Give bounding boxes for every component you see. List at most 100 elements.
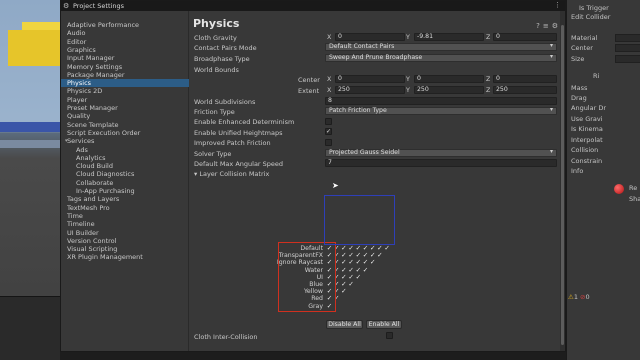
inspector-row: Mass (571, 84, 588, 92)
sidebar-item-label: In-App Purchasing (76, 187, 135, 195)
console-status[interactable]: ⚠1 ⊘0 (568, 293, 590, 301)
error-count: 0 (585, 293, 590, 301)
sidebar-item-label: Visual Scripting (67, 245, 118, 254)
sidebar-item[interactable]: XR Plugin Management (67, 253, 189, 261)
sidebar-item-label: Player (67, 95, 88, 104)
sidebar-item[interactable]: Player (67, 96, 189, 104)
sidebar-item[interactable]: In-App Purchasing (76, 187, 198, 195)
sidebar-item[interactable]: Physics 2D (67, 87, 189, 95)
world-subdivisions-field[interactable]: 8 (325, 97, 557, 105)
sidebar-item[interactable]: Cloud Diagnostics (76, 170, 198, 178)
checkmark-icon: ✓ (326, 128, 332, 135)
inspector-row[interactable]: Edit Collider (571, 13, 610, 21)
sidebar-item[interactable]: Input Manager (67, 54, 189, 62)
sidebar-item[interactable]: Scene Template (67, 121, 189, 129)
sidebar-item-label: TextMesh Pro (67, 203, 110, 212)
preset-icon[interactable]: ≡ (543, 22, 552, 30)
sidebar-item[interactable]: UI Builder (67, 229, 189, 237)
friction-type-dropdown[interactable]: Patch Friction Type (325, 107, 557, 115)
cloth-inter-collision-checkbox[interactable] (386, 332, 393, 339)
center-label: Center (298, 76, 320, 84)
broadphase-type-dropdown[interactable]: Sweep And Prune Broadphase (325, 54, 557, 62)
yellow-cube (8, 30, 60, 66)
sidebar-item[interactable]: Editor (67, 38, 189, 46)
collision-toggle[interactable]: ✓ (355, 273, 362, 281)
world-subdivisions-label: World Subdivisions (194, 98, 256, 106)
collision-toggle[interactable]: ✓ (369, 259, 376, 266)
sidebar-item[interactable]: Graphics (67, 46, 189, 54)
z-label: Z (486, 34, 491, 41)
center-y[interactable]: 0 (414, 75, 484, 83)
sidebar-item[interactable]: Cloud Build (76, 162, 198, 170)
inspector-row: Sha (629, 195, 640, 203)
sidebar-item[interactable]: Analytics (76, 154, 198, 162)
window-titlebar[interactable]: ⚙ Project Settings ⋮ (61, 1, 565, 11)
sidebar-item[interactable]: Script Execution Order (67, 129, 189, 137)
sidebar-item-label: Input Manager (67, 54, 115, 63)
sidebar-item-label: Timeline (67, 220, 95, 229)
sidebar-item-label: Package Manager (67, 70, 125, 79)
collision-toggle[interactable]: ✓ (348, 281, 355, 288)
contact-pairs-mode-label: Contact Pairs Mode (194, 44, 257, 52)
sidebar-item[interactable]: Physics (61, 79, 189, 88)
extent-y[interactable]: 250 (414, 86, 484, 94)
foldout-arrow-icon[interactable]: ▾ (65, 138, 68, 144)
sidebar-item-label: Preset Manager (67, 104, 118, 112)
collision-toggle[interactable]: ✓ (340, 288, 347, 295)
inspector-field[interactable] (615, 55, 640, 63)
sidebar-item[interactable]: Timeline (67, 220, 189, 228)
sidebar-item-label: Adaptive Performance (67, 21, 140, 29)
sidebar-item[interactable]: Quality (67, 112, 189, 120)
sidebar-item[interactable]: Package Manager (67, 71, 189, 79)
sidebar-item[interactable]: Ads (76, 146, 198, 154)
project-panel (0, 296, 60, 360)
inspector-panel: Is Trigger Edit Collider Material Center… (566, 0, 640, 360)
sidebar-item[interactable]: Memory Settings (67, 63, 189, 71)
inspector-row[interactable]: Constrain (571, 157, 602, 165)
sidebar-item[interactable]: Collaborate (76, 179, 198, 187)
center-z[interactable]: 0 (493, 75, 557, 83)
collision-toggle[interactable]: ✓ (376, 252, 383, 259)
enhanced-determinism-label: Enable Enhanced Determinism (194, 118, 295, 126)
inspector-row[interactable]: Info (571, 167, 583, 175)
solver-type-dropdown[interactable]: Projected Gauss Seidel (325, 149, 557, 157)
inspector-row: Collision (571, 146, 599, 154)
sidebar-item[interactable]: Visual Scripting (67, 245, 189, 253)
scrollbar-thumb[interactable] (561, 25, 564, 345)
inspector-field[interactable] (615, 44, 640, 52)
settings-icon[interactable]: ⚙ (552, 22, 561, 30)
inspector-field[interactable] (615, 34, 640, 42)
sidebar-item[interactable]: Services (67, 137, 189, 145)
extent-label: Extent (298, 87, 320, 95)
sidebar-item[interactable]: TextMesh Pro (67, 204, 189, 212)
sidebar-item-label: Tags and Layers (67, 195, 120, 204)
extent-x[interactable]: 250 (335, 86, 405, 94)
enhanced-determinism-checkbox[interactable] (325, 118, 332, 125)
sidebar-item-label: Script Execution Order (67, 128, 141, 137)
cloth-gravity-z[interactable]: 0 (493, 33, 557, 41)
center-x[interactable]: 0 (335, 75, 405, 83)
sidebar-item[interactable]: Audio (67, 29, 189, 37)
help-icon[interactable]: ? (536, 22, 543, 30)
layer-collision-matrix-foldout[interactable]: ▾ Layer Collision Matrix (194, 170, 269, 178)
extent-z[interactable]: 250 (493, 86, 557, 94)
collision-toggle[interactable]: ✓ (384, 245, 391, 252)
sidebar-item[interactable]: Version Control (67, 237, 189, 245)
collision-toggle[interactable]: ✓ (362, 266, 369, 274)
cloth-gravity-x[interactable]: 0 (335, 33, 405, 41)
max-angular-speed-field[interactable]: 7 (325, 159, 557, 167)
sidebar-item[interactable]: Adaptive Performance (67, 21, 189, 29)
contact-pairs-mode-dropdown[interactable]: Default Contact Pairs (325, 43, 557, 51)
sidebar-item[interactable]: Preset Manager (67, 104, 189, 112)
improved-patch-friction-checkbox[interactable] (325, 139, 332, 146)
sidebar-item[interactable]: Tags and Layers (67, 195, 189, 203)
unified-heightmaps-checkbox[interactable]: ✓ (325, 128, 332, 135)
cloth-gravity-y[interactable]: -9.81 (414, 33, 484, 41)
enable-all-button[interactable]: Enable All (366, 320, 402, 329)
sidebar-item-label: Analytics (76, 153, 106, 162)
disable-all-button[interactable]: Disable All (326, 320, 363, 329)
menu-icon[interactable]: ⋮ (554, 1, 561, 9)
sidebar-item[interactable]: Time (67, 212, 189, 220)
cloth-inter-collision-label: Cloth Inter-Collision (194, 333, 258, 341)
gear-icon: ⚙ (63, 2, 70, 10)
